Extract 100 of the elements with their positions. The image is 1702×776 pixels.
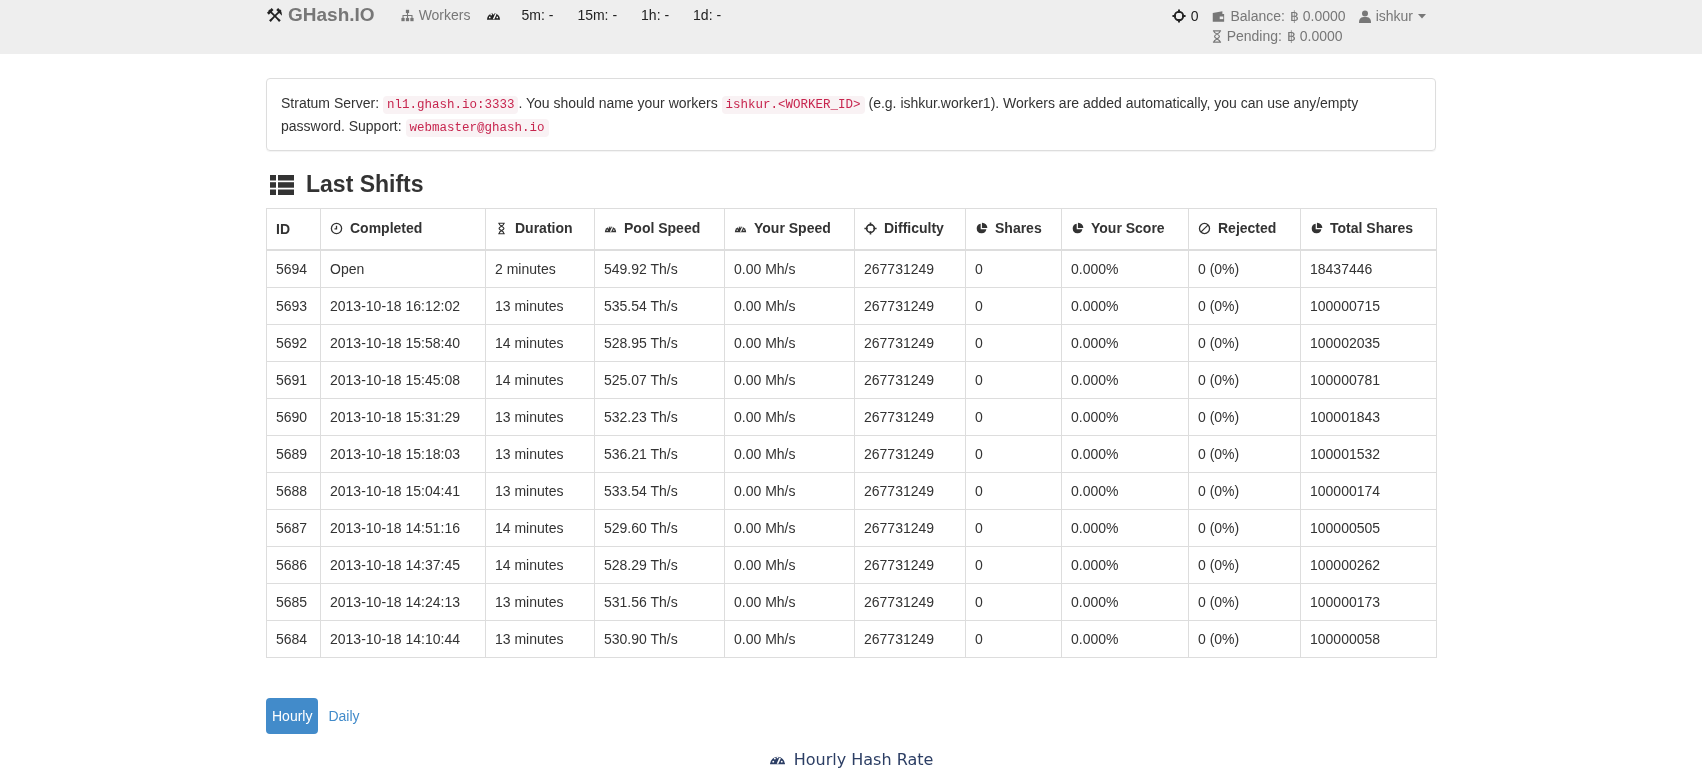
table-cell: 0.00 Mh/s xyxy=(724,361,855,399)
column-header: Total Shares xyxy=(1300,208,1437,250)
table-cell: 0 xyxy=(965,435,1062,473)
table-cell: 100000262 xyxy=(1300,546,1437,584)
column-header: Your Speed xyxy=(724,208,855,250)
table-cell: 100000058 xyxy=(1300,620,1437,658)
table-cell: 0 (0%) xyxy=(1188,287,1301,325)
table-cell: 0 xyxy=(965,398,1062,436)
table-cell: 2013-10-18 15:18:03 xyxy=(320,435,486,473)
table-cell: 0 xyxy=(965,620,1062,658)
clock-icon xyxy=(330,221,343,235)
table-cell: 0 xyxy=(965,324,1062,362)
table-cell: 0.00 Mh/s xyxy=(724,398,855,436)
table-cell: 0 (0%) xyxy=(1188,583,1301,621)
table-cell: 533.54 Th/s xyxy=(594,472,725,510)
table-cell: 0.000% xyxy=(1061,398,1189,436)
table-cell: 0 xyxy=(965,250,1062,288)
hash-rate-text: 1h: - xyxy=(641,7,670,23)
table-cell: 0 xyxy=(965,509,1062,547)
table-cell: 0.00 Mh/s xyxy=(724,620,855,658)
table-cell: 13 minutes xyxy=(485,620,595,658)
table-cell: 0 (0%) xyxy=(1188,361,1301,399)
table-cell: 0 (0%) xyxy=(1188,546,1301,584)
user-icon xyxy=(1358,9,1371,23)
table-cell: 0.000% xyxy=(1061,509,1189,547)
table-cell: 14 minutes xyxy=(485,324,595,362)
section-title: Last Shifts xyxy=(306,171,424,198)
table-cell: 0.000% xyxy=(1061,287,1189,325)
table-cell: 267731249 xyxy=(854,250,966,288)
difficulty-count: 0 xyxy=(1190,8,1199,24)
table-cell: 267731249 xyxy=(854,287,966,325)
user-menu[interactable]: ishkur xyxy=(1358,8,1426,24)
table-cell: 2013-10-18 16:12:02 xyxy=(320,287,486,325)
column-header: Difficulty xyxy=(854,208,966,250)
table-cell: 100000781 xyxy=(1300,361,1437,399)
table-cell: 525.07 Th/s xyxy=(594,361,725,399)
column-header: Your Score xyxy=(1061,208,1189,250)
table-cell: 5690 xyxy=(266,398,321,436)
table-cell: 0 xyxy=(965,472,1062,510)
table-cell: 267731249 xyxy=(854,509,966,547)
table-cell: 0.000% xyxy=(1061,620,1189,658)
table-cell: 0.000% xyxy=(1061,324,1189,362)
pie-chart-icon xyxy=(1310,221,1323,235)
chart-tab[interactable]: Daily xyxy=(322,698,366,734)
table-cell: 100001843 xyxy=(1300,398,1437,436)
table-cell: 100002035 xyxy=(1300,324,1437,362)
brand-link[interactable]: GHash.IO xyxy=(288,4,375,26)
chart-tab[interactable]: Hourly xyxy=(266,698,319,734)
table-cell: 267731249 xyxy=(854,546,966,584)
column-header: Completed xyxy=(320,208,486,250)
table-cell: 100000174 xyxy=(1300,472,1437,510)
crosshair-icon xyxy=(864,221,877,235)
table-cell: 13 minutes xyxy=(485,583,595,621)
chart-title: Hourly Hash Rate xyxy=(793,750,934,769)
table-cell: 267731249 xyxy=(854,435,966,473)
table-cell: 0.00 Mh/s xyxy=(724,472,855,510)
table-cell: 535.54 Th/s xyxy=(594,287,725,325)
hourglass-icon xyxy=(1211,29,1222,43)
hourglass-icon xyxy=(495,221,508,235)
table-cell: 18437446 xyxy=(1300,250,1437,288)
table-cell: 549.92 Th/s xyxy=(594,250,725,288)
table-cell: 5686 xyxy=(266,546,321,584)
table-cell: 14 minutes xyxy=(485,361,595,399)
table-cell: 5692 xyxy=(266,324,321,362)
sitemap-icon xyxy=(400,8,414,22)
caret-icon xyxy=(1418,13,1426,19)
table-cell: 0 (0%) xyxy=(1188,324,1301,362)
table-cell: 13 minutes xyxy=(485,398,595,436)
table-cell: 528.29 Th/s xyxy=(594,546,725,584)
table-cell: 0.00 Mh/s xyxy=(724,583,855,621)
column-header: Rejected xyxy=(1188,208,1301,250)
pie-chart-icon xyxy=(975,221,988,235)
table-cell: 0 xyxy=(965,583,1062,621)
column-header: ID xyxy=(266,208,321,250)
wallet-icon xyxy=(1211,9,1226,23)
table-cell: 2013-10-18 14:51:16 xyxy=(320,509,486,547)
table-cell: 13 minutes xyxy=(485,435,595,473)
table-cell: 0.00 Mh/s xyxy=(724,287,855,325)
workers-link[interactable]: Workers xyxy=(400,7,471,23)
table-cell: 100000715 xyxy=(1300,287,1437,325)
table-cell: 267731249 xyxy=(854,324,966,362)
table-cell: 0.000% xyxy=(1061,546,1189,584)
table-cell: 0.000% xyxy=(1061,250,1189,288)
table-cell: 13 minutes xyxy=(485,472,595,510)
table-cell: 0 xyxy=(965,361,1062,399)
table-cell: 0.00 Mh/s xyxy=(724,546,855,584)
table-cell: 100000173 xyxy=(1300,583,1437,621)
table-cell: 100000505 xyxy=(1300,509,1437,547)
table-cell: 267731249 xyxy=(854,361,966,399)
table-cell: 0 xyxy=(965,287,1062,325)
pending-value: ฿ 0.0000 xyxy=(1286,28,1343,44)
table-cell: 0 xyxy=(965,546,1062,584)
table-cell: 530.90 Th/s xyxy=(594,620,725,658)
table-cell: 5685 xyxy=(266,583,321,621)
table-cell: 0 (0%) xyxy=(1188,509,1301,547)
balance-label: Balance: xyxy=(1230,8,1285,24)
table-cell: 0.00 Mh/s xyxy=(724,324,855,362)
table-cell: 5684 xyxy=(266,620,321,658)
table-cell: 2013-10-18 14:37:45 xyxy=(320,546,486,584)
info-text: Stratum Server: nl1.ghash.io:3333 . You should name your workers ishkur.<WORKER_ID> (e.g. ishkur.worker1). Workers are added automatically, you can use any/empty password. Support: webmaster@ghash.io xyxy=(281,94,1360,139)
